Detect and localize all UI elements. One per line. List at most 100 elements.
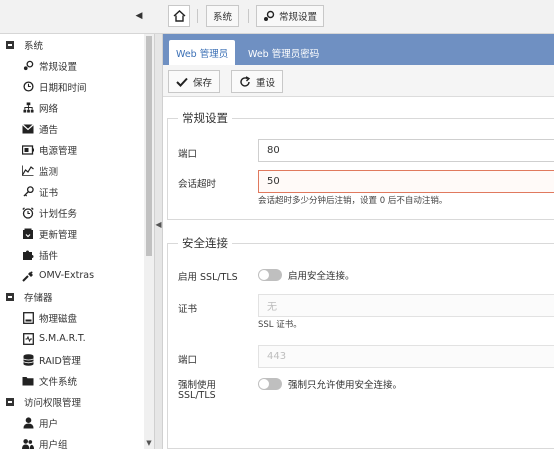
session-timeout-help: 会话超时多少分钟后注销，设置 0 后不自动注销。 — [258, 196, 448, 206]
secure-connection-fieldset: 安全连接 启用 SSL/TLS 启用安全连接。 证书 无 SSL 证书。 端口 … — [167, 235, 554, 449]
sidebar-item-label: 通告 — [39, 124, 59, 136]
save-button[interactable]: 保存 — [168, 70, 221, 93]
sidebar-item-label: 用户 — [39, 418, 59, 430]
force-ssl-label-line2: SSL/TLS — [178, 390, 216, 401]
save-button-label: 保存 — [193, 77, 213, 89]
top-bar: ◀ 系统 常规设置 — [0, 0, 554, 34]
breadcrumb-label: 系统 — [213, 12, 233, 23]
sidebar-section-storage[interactable]: 存储器 — [0, 286, 144, 307]
collapse-icon — [6, 292, 14, 301]
user-icon — [22, 416, 34, 429]
sidebar-item-label: 插件 — [39, 250, 59, 262]
sidebar-section-system[interactable]: 系统 — [0, 34, 144, 55]
sidebar-item-raid[interactable]: RAID管理 — [0, 349, 144, 370]
tab-label: Web 管理员 — [176, 48, 229, 60]
sidebar-item-disks[interactable]: 物理磁盘 — [0, 307, 144, 328]
sidebar-splitter[interactable] — [154, 34, 163, 449]
toolbar-separator — [197, 9, 198, 23]
folder-icon — [22, 375, 34, 387]
secure-connection-legend: 安全连接 — [178, 235, 232, 251]
force-ssl-text: 强制只允许使用安全连接。 — [288, 380, 403, 391]
sidebar-item-label: 用户组 — [39, 439, 68, 449]
tab-strip: Web 管理员 Web 管理员密码 — [163, 34, 554, 65]
sidebar-item-label: RAID管理 — [39, 355, 81, 367]
sidebar-item-label: 监测 — [39, 166, 59, 178]
sidebar-item-network[interactable]: 网络 — [0, 97, 144, 118]
home-button[interactable] — [168, 5, 190, 27]
sidebar-section-label: 系统 — [24, 40, 44, 52]
disk-icon — [22, 311, 34, 324]
session-timeout-label: 会话超时 — [178, 179, 217, 190]
general-settings-fieldset: 常规设置 端口 80 会话超时 50 会话超时多少分钟后注销，设置 0 后不自动… — [167, 110, 554, 220]
sidebar-item-label: OMV-Extras — [39, 270, 95, 281]
tab-web-admin[interactable]: Web 管理员 — [169, 40, 236, 65]
sidebar-item-label: 日期和时间 — [39, 82, 87, 94]
ssl-port-label: 端口 — [178, 355, 198, 366]
certificate-help: SSL 证书。 — [258, 320, 302, 330]
puzzle-icon — [22, 249, 34, 261]
sidebar-item-scheduled-jobs[interactable]: 计划任务 — [0, 202, 144, 223]
sidebar-item-label: 网络 — [39, 103, 59, 115]
sidebar-item-notification[interactable]: 通告 — [0, 118, 144, 139]
scroll-down-arrow-icon[interactable]: ▼ — [144, 438, 154, 448]
collapse-left-icon[interactable]: ◀ — [155, 219, 162, 231]
chart-icon — [22, 165, 34, 177]
main-panel: Web 管理员 Web 管理员密码 保存 重设 常规设置 端口 80 会话超时 … — [163, 34, 554, 449]
enable-ssl-row: 启用安全连接。 — [258, 268, 355, 282]
sidebar-scrollbar-thumb[interactable] — [146, 36, 152, 256]
smart-icon — [22, 332, 34, 345]
check-icon — [176, 77, 188, 87]
sidebar-item-label: 物理磁盘 — [39, 313, 78, 325]
certificate-value: 无 — [267, 302, 277, 313]
sidebar-item-label: 电源管理 — [39, 145, 78, 157]
update-icon — [22, 228, 34, 240]
sidebar-item-groups[interactable]: 用户组 — [0, 433, 144, 449]
sidebar: 系统 常规设置 日期和时间 网络 通告 电源管理 监测 证书 计划任务 更新管理… — [0, 34, 144, 449]
sidebar-item-label: S.M.A.R.T. — [39, 333, 86, 344]
sidebar-section-label: 访问权限管理 — [24, 397, 82, 409]
certificate-select[interactable]: 无 — [258, 294, 554, 317]
force-ssl-toggle[interactable] — [258, 378, 282, 390]
settings-icon — [22, 60, 34, 72]
breadcrumb-general-settings[interactable]: 常规设置 — [256, 5, 325, 27]
sidebar-item-date-time[interactable]: 日期和时间 — [0, 76, 144, 97]
sidebar-item-omv-extras[interactable]: OMV-Extras — [0, 265, 144, 286]
sidebar-item-plugins[interactable]: 插件 — [0, 244, 144, 265]
sidebar-item-label: 文件系统 — [39, 376, 78, 388]
alarm-icon — [22, 206, 34, 219]
wrench-icon — [22, 270, 34, 282]
enable-ssl-text: 启用安全连接。 — [288, 271, 355, 282]
breadcrumb-system[interactable]: 系统 — [206, 5, 240, 27]
enable-ssl-toggle[interactable] — [258, 269, 282, 281]
enable-ssl-label: 启用 SSL/TLS — [178, 272, 238, 283]
ssl-port-field[interactable]: 443 — [258, 345, 554, 368]
reset-button[interactable]: 重设 — [231, 70, 284, 93]
sidebar-item-filesystems[interactable]: 文件系统 — [0, 370, 144, 391]
home-icon — [173, 10, 185, 22]
clock-icon — [22, 81, 34, 93]
tab-web-admin-password[interactable]: Web 管理员密码 — [241, 40, 326, 65]
settings-icon — [264, 10, 275, 21]
sidebar-item-general-settings[interactable]: 常规设置 — [0, 55, 144, 76]
sidebar-item-certificates[interactable]: 证书 — [0, 181, 144, 202]
sidebar-item-label: 常规设置 — [39, 61, 78, 73]
sidebar-item-monitoring[interactable]: 监测 — [0, 160, 144, 181]
sidebar-section-access-rights[interactable]: 访问权限管理 — [0, 391, 144, 412]
sidebar-item-update-management[interactable]: 更新管理 — [0, 223, 144, 244]
sidebar-item-power[interactable]: 电源管理 — [0, 139, 144, 160]
force-ssl-row: 强制只允许使用安全连接。 — [258, 377, 402, 391]
certificate-label: 证书 — [178, 304, 198, 315]
force-ssl-label-line1: 强制使用 — [178, 380, 217, 391]
port-field[interactable]: 80 — [258, 139, 554, 162]
collapse-icon — [6, 397, 14, 406]
collapse-icon — [6, 40, 14, 49]
database-icon — [22, 353, 34, 366]
ssl-port-value: 443 — [267, 351, 287, 362]
sidebar-item-label: 计划任务 — [39, 208, 78, 220]
session-timeout-value: 50 — [267, 176, 280, 187]
port-value: 80 — [267, 145, 280, 156]
session-timeout-field[interactable]: 50 — [258, 170, 554, 193]
sidebar-item-smart[interactable]: S.M.A.R.T. — [0, 328, 144, 349]
triangle-left-icon[interactable]: ◀ — [134, 10, 144, 22]
sidebar-item-users[interactable]: 用户 — [0, 412, 144, 433]
